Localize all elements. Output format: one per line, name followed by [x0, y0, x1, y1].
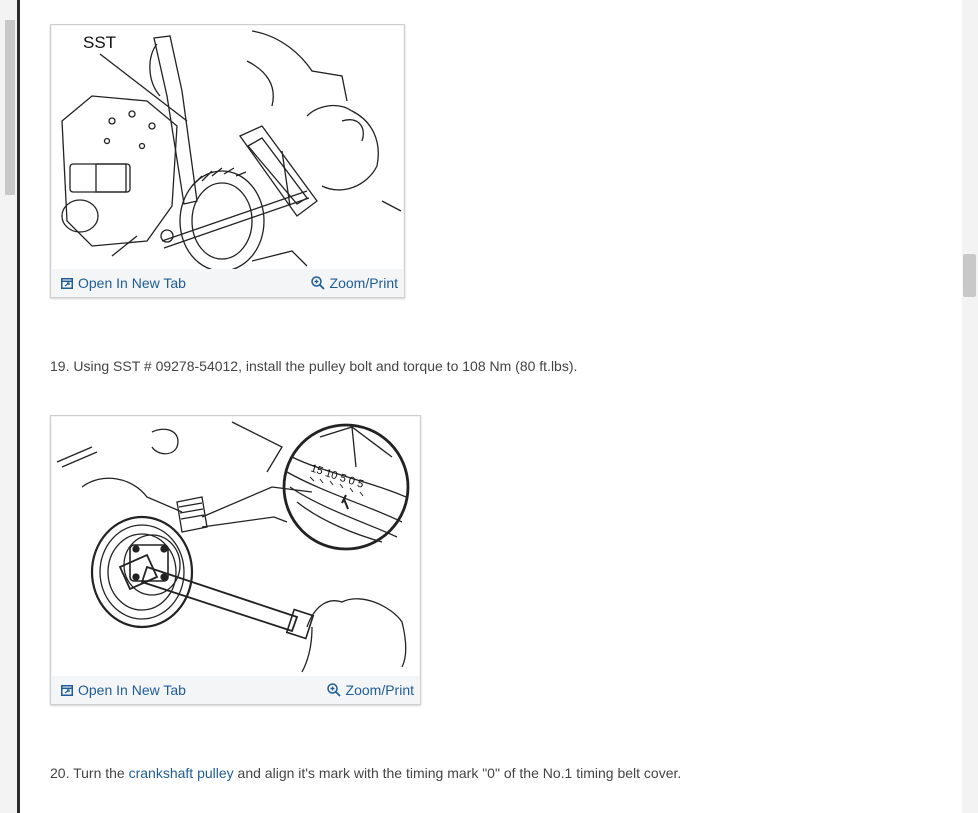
zoom-print-link[interactable]: Zoom/Print — [310, 275, 398, 291]
right-scrollbar-thumb[interactable] — [963, 254, 976, 297]
step-20-text: 20. Turn the crankshaft pulley and align… — [50, 765, 681, 781]
right-scrollbar-track[interactable] — [962, 0, 978, 813]
open-in-new-tab-link[interactable]: Open In New Tab — [61, 275, 186, 291]
diagram-image-torque-pulley-bolt[interactable]: 15 10 5 0 5 — [52, 417, 419, 676]
figure-sst-pulley-holder: SST Open In New Tab Zoom/Print — [50, 24, 405, 298]
open-in-new-tab-label: Open In New Tab — [78, 275, 186, 291]
crankshaft-pulley-link[interactable]: crankshaft pulley — [129, 765, 234, 781]
magnifier-plus-icon — [310, 276, 325, 290]
zoom-print-label: Zoom/Print — [329, 275, 398, 291]
open-in-new-tab-label: Open In New Tab — [78, 682, 186, 698]
step-20-prefix: 20. Turn the — [50, 765, 129, 781]
sst-callout-label: SST — [83, 33, 116, 52]
zoom-print-link[interactable]: Zoom/Print — [326, 682, 414, 698]
content-left-border — [17, 0, 20, 813]
open-in-new-tab-icon — [61, 684, 73, 696]
open-in-new-tab-icon — [61, 277, 73, 289]
figure-action-bar: Open In New Tab Zoom/Print — [51, 269, 404, 297]
diagram-image-sst-holding-pulley[interactable]: SST — [52, 26, 403, 269]
figure-torque-pulley-bolt: 15 10 5 0 5 Open In New Tab Zoom/Print — [50, 415, 421, 705]
figure-action-bar: Open In New Tab Zoom/Print — [51, 676, 420, 704]
open-in-new-tab-link[interactable]: Open In New Tab — [61, 682, 186, 698]
step-19-text: 19. Using SST # 09278-54012, install the… — [50, 358, 578, 374]
step-20-suffix: and align it's mark with the timing mark… — [233, 765, 682, 781]
magnifier-plus-icon — [326, 683, 341, 697]
left-scrollbar-thumb[interactable] — [5, 20, 15, 195]
zoom-print-label: Zoom/Print — [345, 682, 414, 698]
